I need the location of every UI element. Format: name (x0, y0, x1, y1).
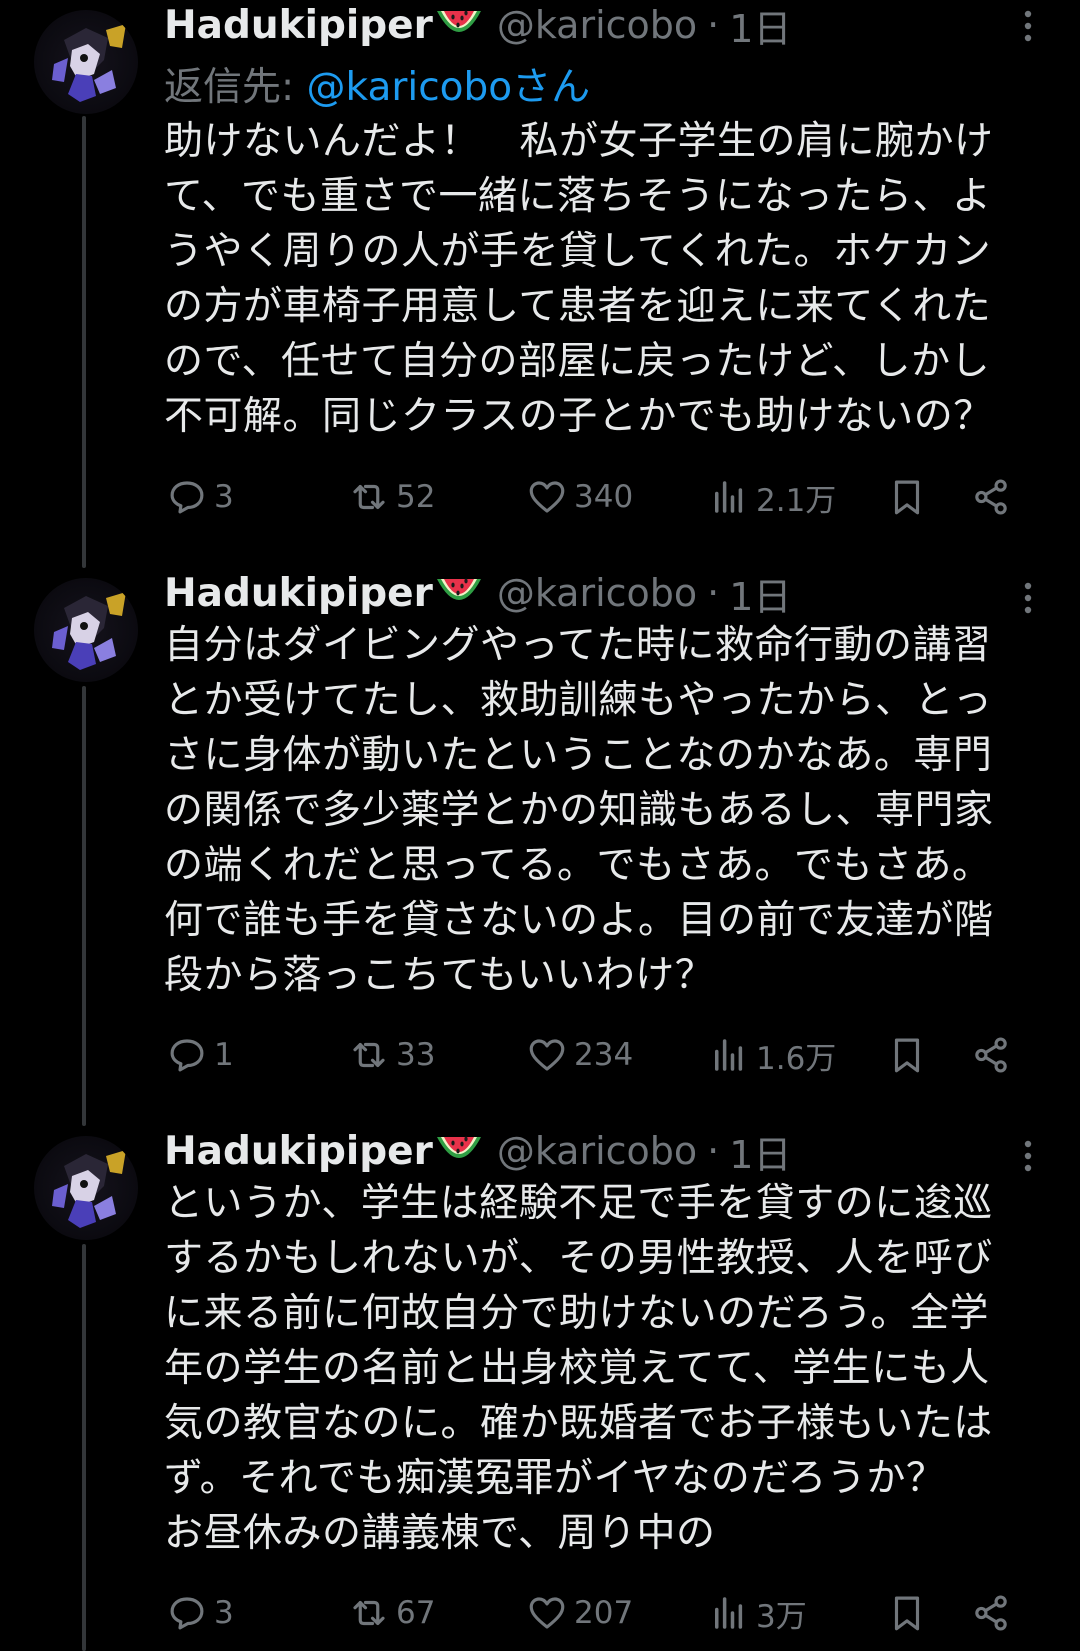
retweet-count: 52 (396, 479, 436, 515)
action-bar: 3 52 340 2.1万 (166, 472, 1046, 522)
more-options-icon[interactable] (1010, 1138, 1046, 1174)
view-count: 1.6万 (756, 1040, 837, 1077)
avatar[interactable] (34, 578, 138, 682)
replying-to-label: 返信先: (164, 65, 307, 110)
retweet-icon (353, 1600, 385, 1626)
bookmark-button[interactable] (886, 1588, 928, 1638)
timestamp[interactable]: 1日 (729, 0, 791, 53)
retweet-icon (353, 1042, 385, 1068)
retweet-button[interactable]: 33 (348, 1030, 435, 1080)
heart-icon (529, 1039, 565, 1071)
thread-line (82, 1244, 86, 1651)
views-chart-icon (715, 1597, 743, 1629)
view-count: 3万 (756, 1598, 807, 1635)
share-icon (975, 479, 1007, 515)
user-handle[interactable]: @karicobo (497, 1129, 697, 1173)
tweet-text: 自分はダイビングやってた時に救命行動の講習 とか受けてたし、救助訓練もやったから… (164, 623, 994, 998)
views-chart-icon (715, 481, 743, 513)
watermelon-icon (435, 573, 483, 613)
retweet-button[interactable]: 52 (348, 472, 435, 522)
bookmark-icon (894, 480, 920, 515)
thread-line (82, 116, 86, 568)
more-options-icon[interactable] (1010, 8, 1046, 44)
view-count: 2.1万 (756, 482, 837, 519)
reply-icon (170, 1597, 204, 1630)
reply-button[interactable]: 3 (166, 472, 234, 522)
heart-icon (529, 481, 565, 513)
tweet-header: Hadukipiper @karicobo · 1日 (164, 566, 791, 621)
watermelon-icon (435, 1131, 483, 1171)
views-button[interactable]: 1.6万 (708, 1030, 836, 1080)
reply-button[interactable]: 1 (166, 1030, 234, 1080)
bookmark-button[interactable] (886, 472, 928, 522)
reply-button[interactable]: 3 (166, 1588, 234, 1638)
reply-count: 3 (214, 1595, 234, 1631)
replying-to: 返信先: @karicoboさん (164, 56, 590, 112)
like-count: 207 (574, 1595, 634, 1631)
share-button[interactable] (970, 472, 1012, 522)
tweet-header: Hadukipiper @karicobo · 1日 (164, 1124, 791, 1179)
reply-icon (170, 1039, 204, 1072)
heart-icon (529, 1597, 565, 1629)
action-bar: 1 33 234 1.6万 (166, 1030, 1046, 1080)
like-button[interactable]: 340 (526, 472, 633, 522)
timestamp[interactable]: 1日 (729, 1124, 791, 1179)
retweet-count: 33 (396, 1037, 436, 1073)
views-button[interactable]: 3万 (708, 1588, 807, 1638)
share-icon (975, 1037, 1007, 1073)
like-count: 234 (574, 1037, 634, 1073)
like-count: 340 (574, 479, 634, 515)
display-name[interactable]: Hadukipiper (164, 1129, 433, 1174)
display-name[interactable]: Hadukipiper (164, 571, 433, 616)
views-button[interactable]: 2.1万 (708, 472, 836, 522)
separator-dot: · (707, 571, 720, 615)
action-bar: 3 67 207 3万 (166, 1588, 1046, 1638)
user-handle[interactable]: @karicobo (497, 3, 697, 47)
reply-count: 1 (214, 1037, 234, 1073)
retweet-icon (353, 484, 385, 510)
separator-dot: · (707, 1129, 720, 1173)
bookmark-icon (894, 1038, 920, 1073)
like-button[interactable]: 207 (526, 1588, 633, 1638)
display-name[interactable]: Hadukipiper (164, 3, 433, 48)
retweet-count: 67 (396, 1595, 436, 1631)
tweet-header: Hadukipiper @karicobo · 1日 (164, 0, 791, 53)
views-chart-icon (715, 1039, 743, 1071)
tweet-text: 助けないんだよ！ 私が女子学生の肩に腕かけ て、でも重さで一緒に落ちそうになった… (164, 119, 994, 439)
reply-mention-link[interactable]: @karicoboさん (307, 65, 591, 110)
avatar[interactable] (34, 10, 138, 114)
bookmark-icon (894, 1596, 920, 1631)
like-button[interactable]: 234 (526, 1030, 633, 1080)
separator-dot: · (707, 3, 720, 47)
reply-count: 3 (214, 479, 234, 515)
user-handle[interactable]: @karicobo (497, 571, 697, 615)
retweet-button[interactable]: 67 (348, 1588, 435, 1638)
bookmark-button[interactable] (886, 1030, 928, 1080)
timestamp[interactable]: 1日 (729, 566, 791, 621)
tweet-text: というか、学生は経験不足で手を貸すのに逡巡 するかもしれないが、その男性教授、人… (164, 1181, 993, 1556)
share-icon (975, 1595, 1007, 1631)
thread-line (82, 686, 86, 1126)
share-button[interactable] (970, 1030, 1012, 1080)
reply-icon (170, 481, 204, 514)
share-button[interactable] (970, 1588, 1012, 1638)
more-options-icon[interactable] (1010, 580, 1046, 616)
watermelon-icon (435, 5, 483, 45)
avatar[interactable] (34, 1136, 138, 1240)
